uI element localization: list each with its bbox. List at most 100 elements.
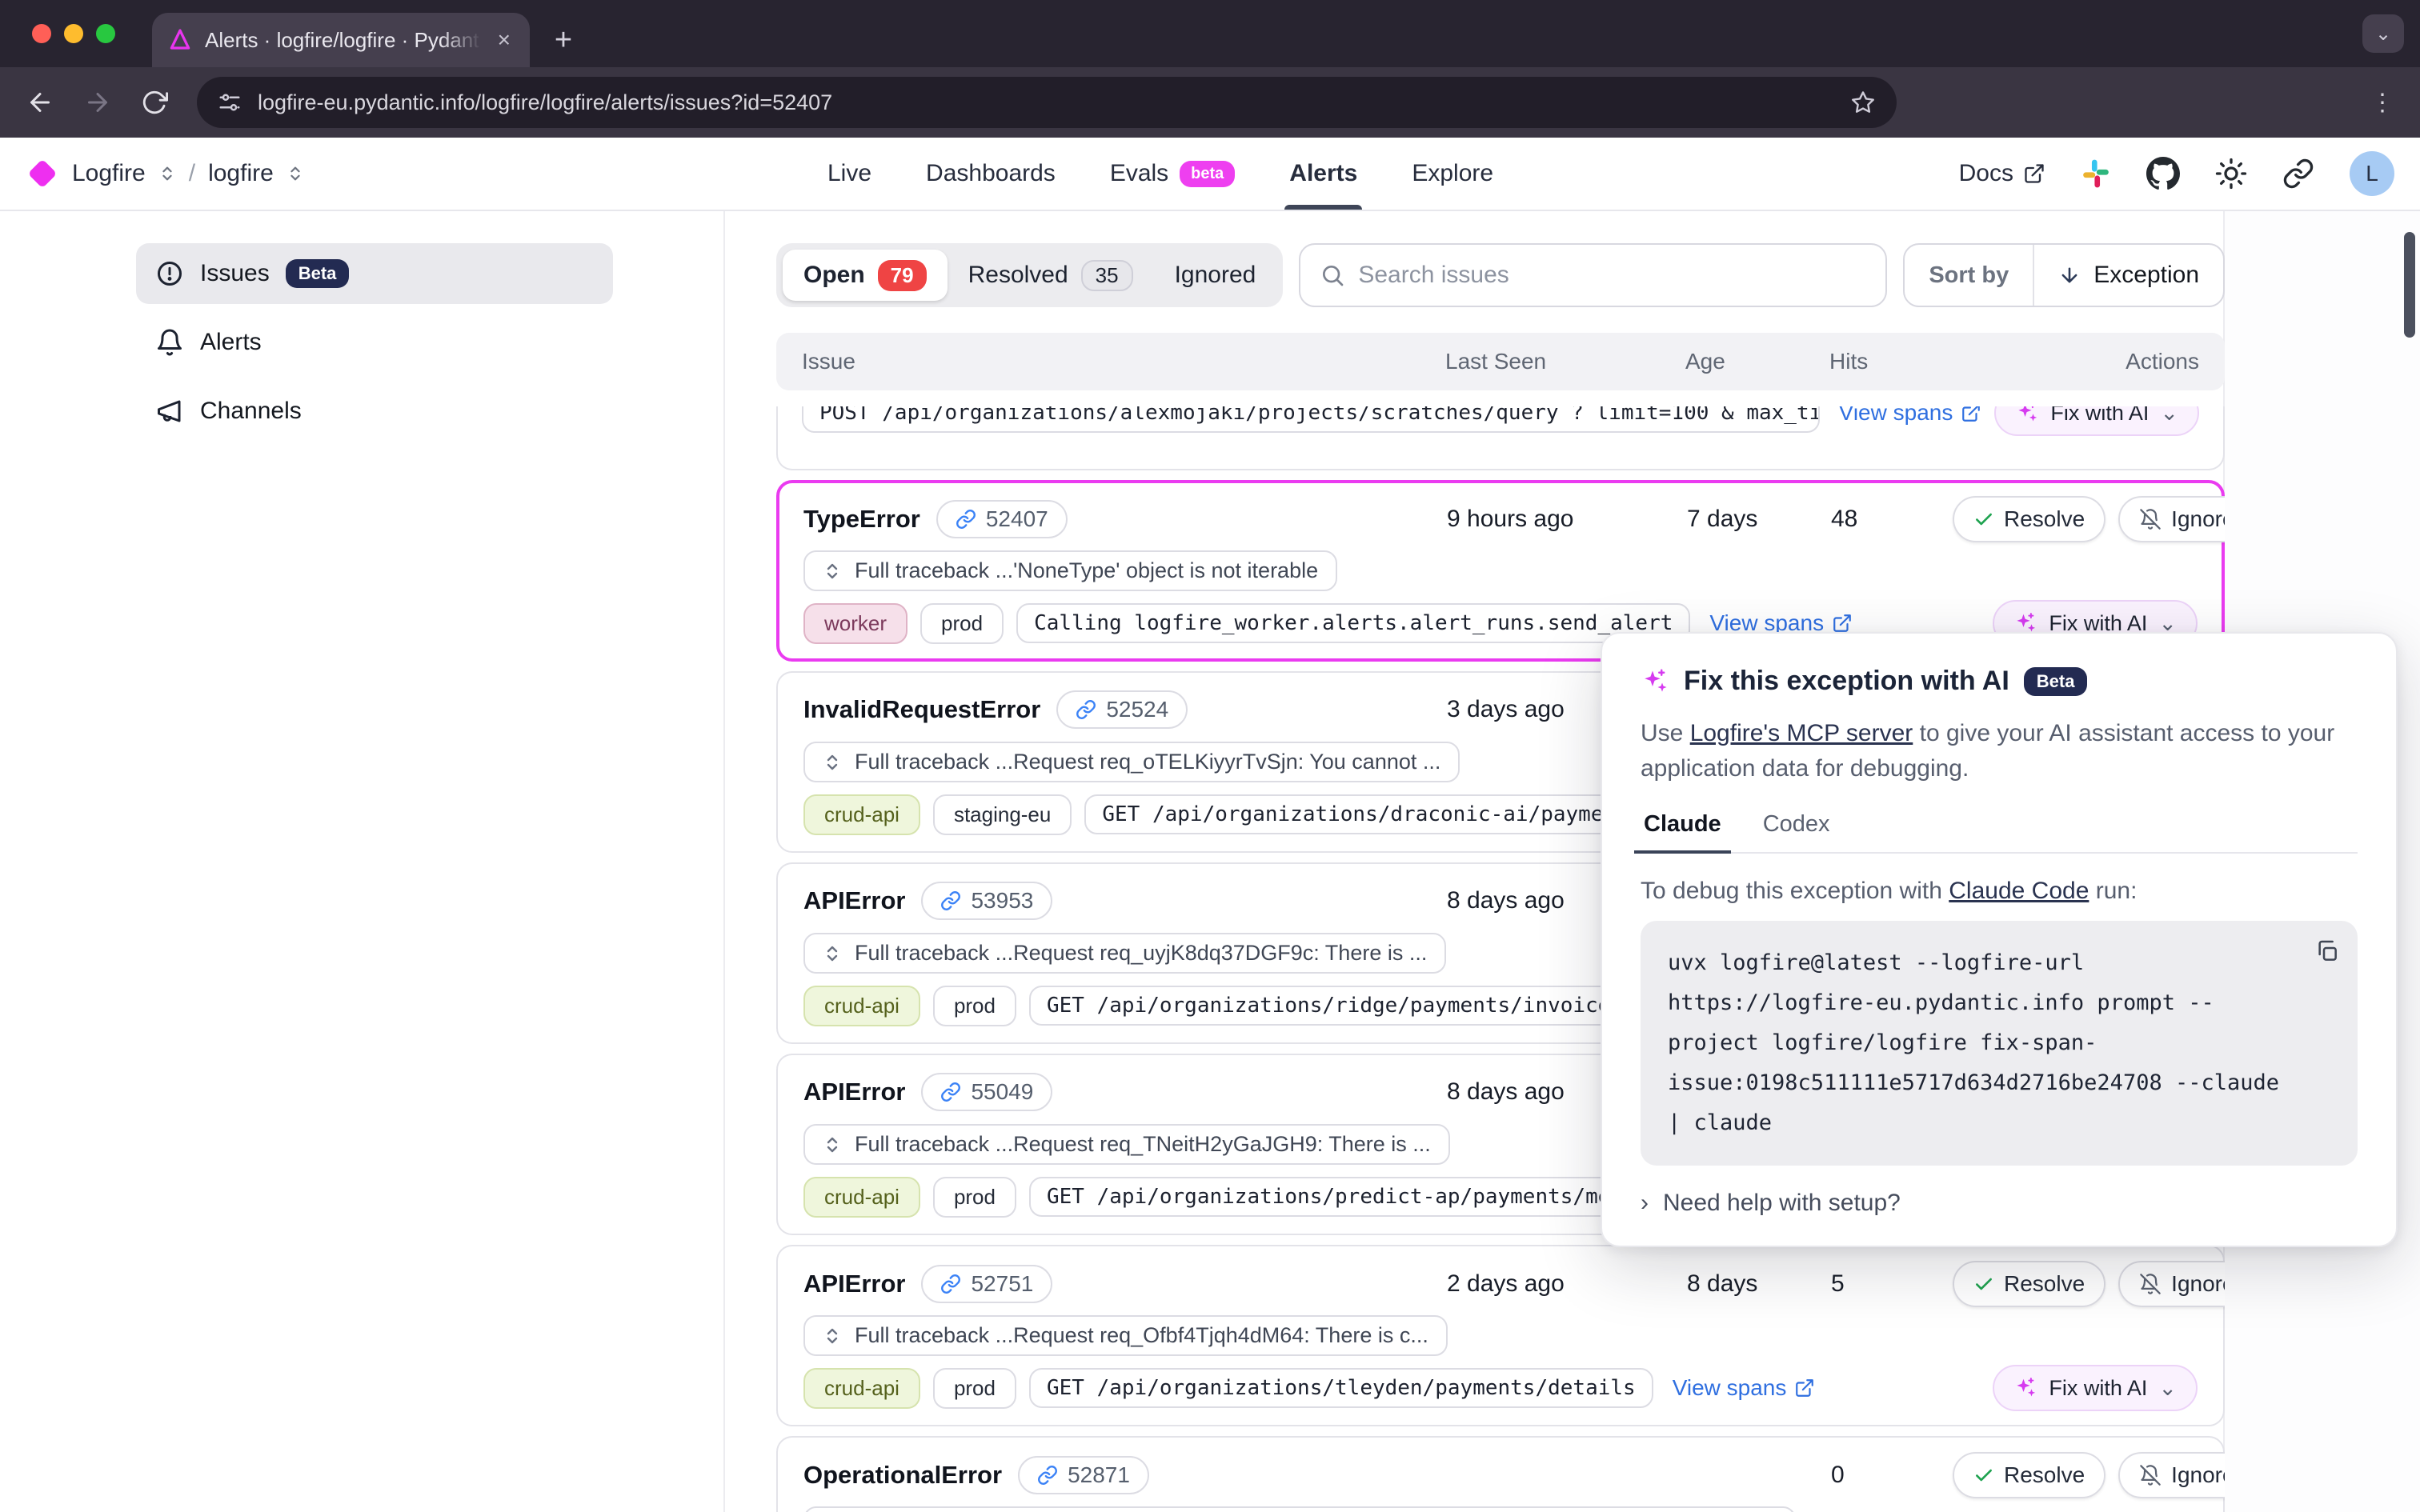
- table-row-operationalerror[interactable]: OperationalError 52871 0 Resolve: [776, 1436, 2225, 1512]
- filter-open-label: Open: [803, 262, 865, 289]
- nav-dashboards[interactable]: Dashboards: [926, 138, 1056, 210]
- fix-with-ai-button[interactable]: Fix with AI ⌄: [1993, 1365, 2198, 1411]
- issue-title: APIError: [803, 1270, 905, 1298]
- span-code[interactable]: GET /api/organizations/predict-ap/paymen…: [1029, 1177, 1691, 1217]
- issue-id-pill[interactable]: 55049: [921, 1073, 1052, 1111]
- user-avatar[interactable]: L: [2350, 151, 2394, 196]
- share-link-icon[interactable]: [2282, 158, 2314, 190]
- traceback-text: Full traceback ...Request req_oTELKiyyrT…: [855, 750, 1440, 774]
- issue-id-pill[interactable]: 52407: [936, 500, 1068, 538]
- claude-code-link[interactable]: Claude Code: [1949, 878, 2089, 904]
- window-minimize-button[interactable]: [64, 24, 83, 43]
- issue-title: TypeError: [803, 505, 920, 534]
- expand-updown-icon: [823, 944, 842, 963]
- filter-resolved[interactable]: Resolved 35: [948, 250, 1154, 301]
- tab-search-button[interactable]: ⌄: [2362, 14, 2404, 53]
- sort-value-button[interactable]: Exception: [2034, 245, 2223, 306]
- link-icon: [956, 509, 976, 530]
- mcp-server-link[interactable]: Logfire's MCP server: [1690, 720, 1913, 746]
- project-name[interactable]: logfire: [208, 160, 274, 187]
- bookmark-star-icon[interactable]: [1850, 90, 1876, 115]
- traceback-pill[interactable]: Full traceback ...'NoneType' object is n…: [803, 550, 1337, 591]
- reload-icon[interactable]: [141, 89, 168, 116]
- scrollbar-thumb[interactable]: [2404, 232, 2415, 338]
- col-last-seen: Last Seen: [1445, 349, 1685, 374]
- copy-icon[interactable]: [2314, 938, 2340, 964]
- need-help-toggle[interactable]: › Need help with setup?: [1641, 1190, 2358, 1217]
- forward-icon[interactable]: [83, 88, 112, 117]
- evals-beta-badge: beta: [1180, 161, 1235, 187]
- nav-alerts[interactable]: Alerts: [1289, 138, 1357, 210]
- filter-ignored[interactable]: Ignored: [1154, 250, 1277, 301]
- search-input[interactable]: [1358, 262, 1866, 289]
- fix-with-ai-button[interactable]: Fix with AI ⌄: [1994, 406, 2199, 436]
- tab-close-icon[interactable]: ×: [495, 27, 514, 53]
- external-link-icon: [1961, 406, 1981, 423]
- search-issues-box[interactable]: [1299, 243, 1887, 307]
- address-bar[interactable]: logfire-eu.pydantic.info/logfire/logfire…: [197, 77, 1897, 128]
- popup-beta-badge: Beta: [2024, 667, 2088, 696]
- resolve-button[interactable]: Resolve: [1953, 496, 2105, 542]
- back-icon[interactable]: [26, 88, 54, 117]
- sidebar-item-channels[interactable]: Channels: [136, 381, 613, 442]
- window-close-button[interactable]: [32, 24, 51, 43]
- filter-open[interactable]: Open 79: [783, 250, 948, 301]
- project-switcher-icon[interactable]: [286, 165, 304, 182]
- docs-link[interactable]: Docs: [1959, 160, 2045, 187]
- resolve-button[interactable]: Resolve: [1953, 1261, 2105, 1307]
- window-zoom-button[interactable]: [96, 24, 115, 43]
- issue-id: 52524: [1106, 697, 1168, 722]
- sidebar-item-alerts[interactable]: Alerts: [136, 312, 613, 373]
- resolve-button[interactable]: Resolve: [1953, 1452, 2105, 1498]
- issue-title: APIError: [803, 1078, 905, 1106]
- tab-codex[interactable]: Codex: [1760, 811, 1833, 852]
- page-content: Issues Beta Alerts Channels Open 79 Reso…: [0, 211, 2420, 1512]
- issue-id-pill[interactable]: 52524: [1056, 690, 1188, 729]
- search-icon: [1320, 262, 1345, 288]
- slack-icon[interactable]: [2081, 158, 2111, 189]
- table-row-clipped[interactable]: POST /api/organizations/alexmojaki/proje…: [776, 406, 2225, 470]
- fix-with-ai-popup: Fix this exception with AI Beta Use Logf…: [1601, 632, 2398, 1247]
- view-spans-label: View spans: [1673, 1375, 1787, 1401]
- github-icon[interactable]: [2146, 157, 2180, 190]
- traceback-pill[interactable]: Full traceback ...Request req_uyjK8dq37D…: [803, 933, 1446, 974]
- issue-id-pill[interactable]: 52751: [921, 1265, 1052, 1303]
- view-spans-link[interactable]: View spans: [1839, 406, 1982, 426]
- issue-id-pill[interactable]: 52871: [1018, 1456, 1149, 1494]
- chevron-down-icon: ⌄: [2158, 1376, 2177, 1401]
- browser-menu-icon[interactable]: ⋮: [2370, 89, 2394, 117]
- site-settings-icon[interactable]: [218, 90, 242, 114]
- hits-cell: 48: [1831, 506, 1953, 533]
- view-spans-link[interactable]: View spans: [1673, 1375, 1816, 1401]
- bell-off-icon: [2139, 508, 2162, 530]
- org-name[interactable]: Logfire: [72, 160, 146, 187]
- command-code-block[interactable]: uvx logfire@latest --logfire-url https:/…: [1641, 921, 2358, 1166]
- sidebar-item-issues[interactable]: Issues Beta: [136, 243, 613, 304]
- traceback-pill[interactable]: Full traceback ...Request req_Ofbf4Tjqh4…: [803, 1315, 1448, 1356]
- traceback-pill[interactable]: Full traceback ...Request req_oTELKiyyrT…: [803, 742, 1460, 782]
- resolve-label: Resolve: [2004, 1462, 2085, 1488]
- nav-explore[interactable]: Explore: [1412, 138, 1493, 210]
- span-code[interactable]: POST /api/organizations/alexmojaki/proje…: [802, 406, 1820, 433]
- window-controls[interactable]: [32, 24, 115, 43]
- nav-evals[interactable]: Evalsbeta: [1110, 138, 1235, 210]
- external-link-icon: [1832, 613, 1853, 634]
- sort-control[interactable]: Sort by Exception: [1903, 243, 2225, 307]
- issue-id-pill[interactable]: 53953: [921, 882, 1052, 920]
- org-switcher-icon[interactable]: [158, 165, 176, 182]
- table-row-apierror-52751[interactable]: APIError 52751 2 days ago 8 days 5 Resol…: [776, 1245, 2225, 1426]
- sparkles-icon: [2013, 1376, 2037, 1400]
- new-tab-button[interactable]: +: [539, 16, 587, 64]
- span-code[interactable]: GET /api/organizations/tleyden/payments/…: [1029, 1368, 1653, 1408]
- nav-live[interactable]: Live: [827, 138, 871, 210]
- span-code[interactable]: Calling logfire_worker.alerts.alert_runs…: [1016, 603, 1690, 643]
- browser-tab[interactable]: Alerts · logfire/logfire · Pydant ×: [152, 13, 530, 67]
- tag-env: prod: [920, 603, 1004, 644]
- tag-crud-api: crud-api: [803, 794, 920, 835]
- traceback-pill[interactable]: Full traceback ...Request req_TNeitH2yGa…: [803, 1124, 1450, 1165]
- theme-sun-icon[interactable]: [2215, 158, 2247, 190]
- expand-updown-icon: [823, 1326, 842, 1346]
- tab-claude[interactable]: Claude: [1641, 811, 1725, 852]
- url-text[interactable]: logfire-eu.pydantic.info/logfire/logfire…: [258, 90, 1834, 115]
- check-icon: [1973, 509, 1994, 530]
